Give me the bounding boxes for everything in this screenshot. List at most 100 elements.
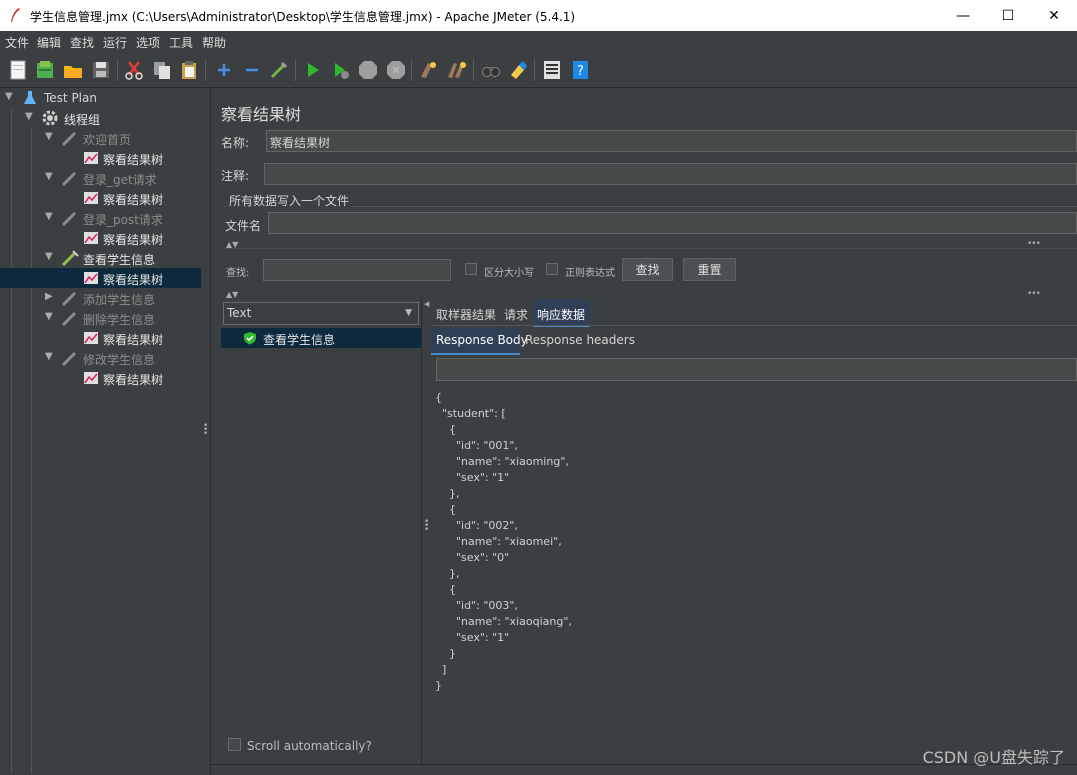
- results-tree-icon: [84, 232, 98, 244]
- chevron-down-icon[interactable]: ▼: [45, 212, 55, 222]
- tree-item-sampler[interactable]: ▼ 欢迎首页: [0, 128, 201, 148]
- tree-item-label: 删除学生信息: [83, 313, 156, 327]
- copy-icon[interactable]: [151, 59, 173, 81]
- tree-item-sampler[interactable]: ▼ 查看学生信息: [0, 248, 201, 268]
- pipette-icon: [61, 171, 77, 186]
- clear-all-icon[interactable]: [446, 59, 468, 81]
- tree-item-listener[interactable]: 察看结果树: [0, 368, 201, 388]
- paste-icon[interactable]: [178, 59, 200, 81]
- templates-icon[interactable]: [34, 59, 56, 81]
- results-tree-icon: [84, 152, 98, 164]
- reset-button[interactable]: 重置: [683, 258, 736, 281]
- toolbar-separator: [295, 59, 296, 81]
- pipette-icon: [61, 351, 77, 366]
- success-shield-icon: [244, 332, 256, 345]
- tree-item-listener[interactable]: 察看结果树: [0, 328, 201, 348]
- tree-item-label: 察看结果树: [103, 193, 164, 207]
- chevron-down-icon[interactable]: ▼: [45, 252, 55, 262]
- tree-item-label: 察看结果树: [103, 373, 164, 387]
- maximize-button[interactable]: ☐: [985, 0, 1031, 31]
- tree-item-listener[interactable]: 察看结果树: [0, 148, 201, 168]
- tree-item-sampler[interactable]: ▼ 删除学生信息: [0, 308, 201, 328]
- start-no-pauses-icon[interactable]: [330, 59, 352, 81]
- subtab-response-body[interactable]: Response Body: [436, 333, 528, 347]
- chevron-down-icon[interactable]: ▼: [45, 132, 55, 142]
- tree-item-label: 登录_post请求: [83, 213, 163, 227]
- stop-icon[interactable]: [357, 59, 379, 81]
- renderer-select[interactable]: Text ▼: [223, 302, 419, 325]
- tree-item-sampler[interactable]: ▼ 修改学生信息: [0, 348, 201, 368]
- tree-item-label: 察看结果树: [103, 233, 164, 247]
- menu-file[interactable]: 文件: [5, 34, 29, 51]
- tree-item-listener[interactable]: 察看结果树: [0, 188, 201, 208]
- menu-run[interactable]: 运行: [103, 34, 127, 51]
- menu-tools[interactable]: 工具: [169, 34, 193, 51]
- menu-help[interactable]: 帮助: [202, 34, 226, 51]
- case-sensitive-checkbox[interactable]: [465, 263, 477, 275]
- name-input[interactable]: 察看结果树: [266, 130, 1077, 152]
- tab-request[interactable]: 请求: [504, 306, 528, 323]
- tree-item-label: 添加学生信息: [83, 293, 156, 307]
- chevron-down-icon[interactable]: ▼: [45, 172, 55, 182]
- open-icon[interactable]: [62, 59, 84, 81]
- drag-handle-icon[interactable]: • • •: [424, 518, 429, 535]
- window-title: 学生信息管理.jmx (C:\Users\Administrator\Deskt…: [30, 10, 576, 24]
- response-search-input[interactable]: [436, 358, 1077, 381]
- shutdown-icon[interactable]: [385, 59, 407, 81]
- chevron-down-icon[interactable]: ▼: [45, 352, 55, 362]
- minimize-button[interactable]: —: [940, 0, 986, 31]
- tab-sampler-result[interactable]: 取样器结果: [436, 306, 496, 323]
- regex-checkbox[interactable]: [546, 263, 558, 275]
- menu-options[interactable]: 选项: [136, 34, 160, 51]
- renderer-select-value: Text: [227, 306, 252, 320]
- toggle-icon[interactable]: [268, 59, 290, 81]
- tree-item-sampler[interactable]: ▶ 添加学生信息: [0, 288, 201, 308]
- chevron-right-icon[interactable]: ▶: [45, 292, 55, 302]
- toolbar-separator: [534, 59, 535, 81]
- search-label: 查找:: [226, 268, 250, 279]
- pipette-icon: [61, 291, 77, 306]
- search-icon[interactable]: [480, 59, 502, 81]
- expand-all-icon[interactable]: [213, 59, 235, 81]
- tree-item-thread-group[interactable]: ▼ 线程组: [0, 108, 201, 128]
- chevron-down-icon[interactable]: ▼: [5, 92, 15, 102]
- new-icon[interactable]: [7, 59, 29, 81]
- tab-scroll-left-icon[interactable]: ◀: [424, 301, 429, 308]
- subtab-response-headers[interactable]: Response headers: [525, 333, 635, 347]
- reset-search-icon[interactable]: [507, 59, 529, 81]
- collapse-all-icon[interactable]: [241, 59, 263, 81]
- chevron-down-icon[interactable]: ▼: [25, 112, 35, 122]
- cut-icon[interactable]: [123, 59, 145, 81]
- toolbar-separator: [117, 59, 118, 81]
- tree-item-listener[interactable]: 察看结果树: [0, 228, 201, 248]
- menu-edit[interactable]: 编辑: [37, 34, 61, 51]
- comment-input[interactable]: [264, 163, 1077, 185]
- help-icon[interactable]: ?: [569, 59, 591, 81]
- close-button[interactable]: ✕: [1031, 0, 1077, 31]
- sample-result-row[interactable]: 查看学生信息: [221, 328, 421, 348]
- more-options-icon[interactable]: •••: [1027, 289, 1041, 299]
- toolbar: ?: [0, 53, 1077, 88]
- clear-icon[interactable]: [418, 59, 440, 81]
- save-icon[interactable]: [90, 59, 112, 81]
- tree-item-test-plan[interactable]: ▼ Test Plan: [0, 88, 201, 108]
- chevron-down-icon[interactable]: ▼: [45, 312, 55, 322]
- response-body-text: { "student": [ { "id": "001", "name": "x…: [435, 391, 572, 692]
- menu-search[interactable]: 查找: [70, 34, 94, 51]
- split-pane-divider[interactable]: • • •: [201, 88, 211, 774]
- scroll-auto-checkbox[interactable]: [228, 738, 241, 751]
- tree-item-sampler[interactable]: ▼ 登录_post请求: [0, 208, 201, 228]
- start-icon[interactable]: [302, 59, 324, 81]
- tree-item-sampler[interactable]: ▼ 登录_get请求: [0, 168, 201, 188]
- tab-response-data[interactable]: 响应数据: [537, 306, 585, 323]
- chevron-down-icon: ▼: [405, 308, 412, 318]
- pipette-icon: [61, 250, 79, 266]
- filename-input[interactable]: [268, 212, 1077, 234]
- search-input[interactable]: [263, 259, 451, 281]
- gear-icon: [42, 110, 58, 126]
- pipette-icon: [61, 311, 77, 326]
- function-helper-icon[interactable]: [541, 59, 563, 81]
- find-button[interactable]: 查找: [622, 258, 673, 281]
- tree-item-listener-selected[interactable]: 察看结果树: [0, 268, 201, 288]
- name-label: 名称:: [221, 136, 250, 150]
